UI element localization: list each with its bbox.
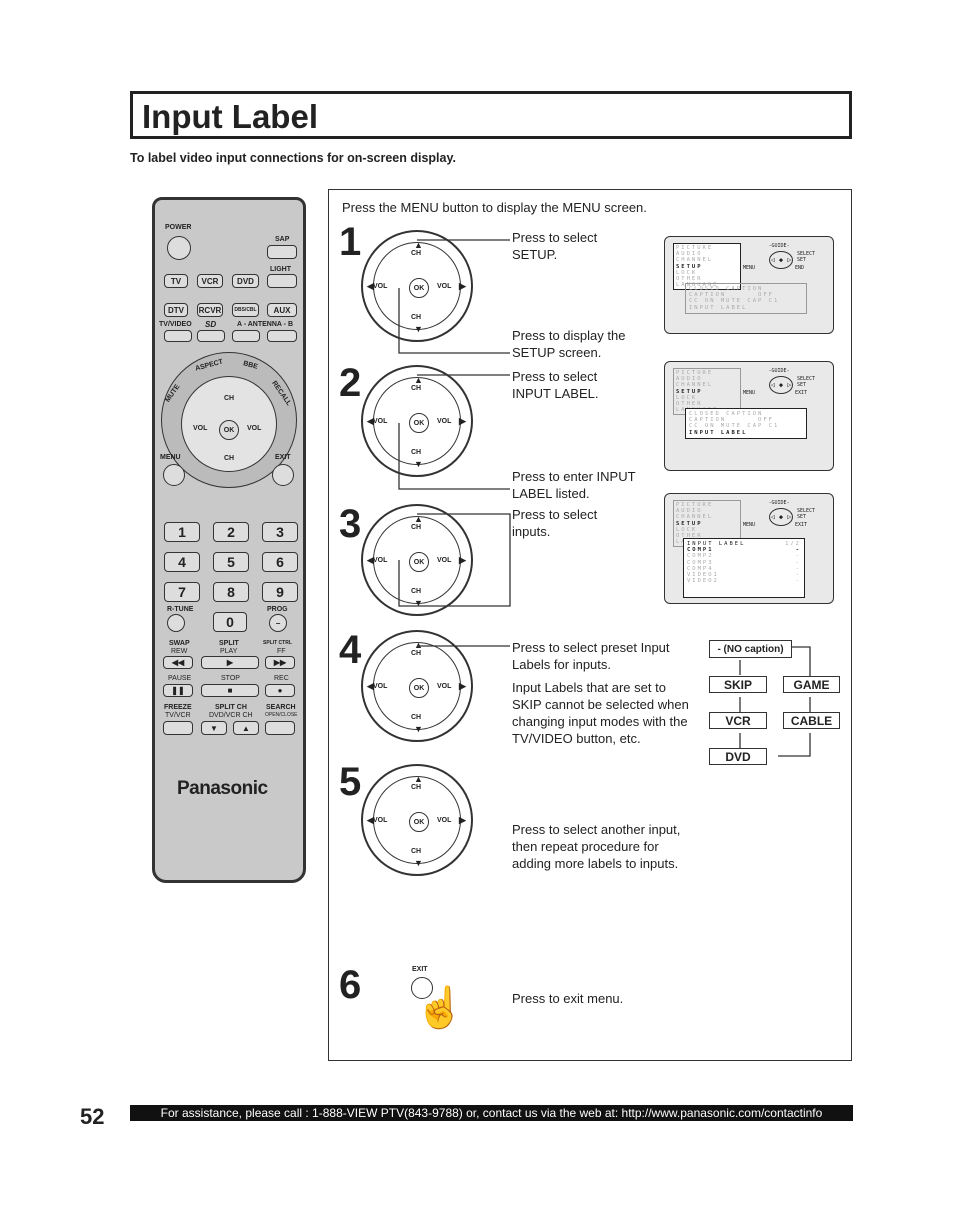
step4-text: Press to select preset Input Labels for … xyxy=(512,640,670,672)
input-value: - xyxy=(795,578,801,585)
flow-game: GAME xyxy=(783,676,840,693)
input-row-video2: VIDEO2 - xyxy=(687,578,801,584)
hand-pointer-icon: ☝ xyxy=(415,986,465,1030)
guide-set: SET xyxy=(797,257,807,263)
flow-vcr: VCR xyxy=(709,712,767,729)
guide-end: END xyxy=(795,265,805,271)
setup-submenu: CLOSED CAPTION CAPTION OFF CC ON MUTE CAP … xyxy=(685,283,807,314)
flow-cable: CABLE xyxy=(783,712,840,729)
step1-select-text: Press to select SETUP. xyxy=(512,230,598,262)
guide-title: -GUIDE- xyxy=(768,500,790,506)
guide-menu: MENU xyxy=(743,522,756,528)
guide-title: -GUIDE- xyxy=(768,368,790,374)
guide-panel: -GUIDE- ◁ ◆ ▷ SELECT SET MENU EXIT xyxy=(743,500,831,528)
guide-dpad-icon: ◁ ◆ ▷ xyxy=(769,508,793,526)
guide-dpad-icon: ◁ ◆ ▷ xyxy=(769,376,793,394)
setup-item: INPUT LABEL xyxy=(689,304,748,311)
step5-text: Press to select another input, then repe… xyxy=(512,822,681,871)
step6-text: Press to exit menu. xyxy=(512,991,624,1006)
step2-select-text: Press to select INPUT LABEL. xyxy=(512,369,599,401)
guide-title: -GUIDE- xyxy=(768,243,790,249)
page-number: 52 xyxy=(80,1104,105,1129)
step4-note: Input Labels that are set to SKIP cannot… xyxy=(512,680,689,746)
footer-bar: For assistance, please call : 1-888-VIEW… xyxy=(130,1105,853,1121)
flow-skip: SKIP xyxy=(709,676,767,693)
step2-enter-text: Press to enter INPUT LABEL listed. xyxy=(512,469,636,501)
guide-exit: EXIT xyxy=(795,522,808,528)
step1-display-text: Press to display the SETUP screen. xyxy=(512,328,626,360)
step3-text: Press to select inputs. xyxy=(512,507,598,539)
exit-button-label: EXIT xyxy=(412,966,428,973)
guide-set: SET xyxy=(797,514,807,520)
menu-screen-2: PICTUREAUDIOCHANNELSETUPLOCKOTHERLANGUAG… xyxy=(664,361,834,471)
flow-no-caption: - (NO caption) xyxy=(709,640,792,658)
flow-dvd: DVD xyxy=(709,748,767,765)
guide-menu: MENU xyxy=(743,265,756,271)
guide-panel: -GUIDE- ◁ ◆ ▷ SELECT SET MENU END xyxy=(743,243,831,271)
setup-submenu: CLOSED CAPTION CAPTION OFF CC ON MUTE CAP … xyxy=(685,408,807,439)
input-name: VIDEO2 xyxy=(687,578,719,585)
input-label-submenu: INPUT LABEL 1/2 COMP1- COMP2- COMP3- COMP4- VI… xyxy=(683,538,805,598)
guide-menu: MENU xyxy=(743,390,756,396)
guide-panel: -GUIDE- ◁ ◆ ▷ SELECT SET MENU EXIT xyxy=(743,368,831,396)
guide-dpad-icon: ◁ ◆ ▷ xyxy=(769,251,793,269)
setup-item: INPUT LABEL xyxy=(689,429,748,436)
menu-screen-1: PICTURE AUDIO CHANNEL SETUP LOCK OTHER LANGUAG… xyxy=(664,236,834,334)
guide-set: SET xyxy=(797,382,807,388)
menu-screen-3: PICTUREAUDIOCHANNELSETUPLOCKOTHERLANGUAG… xyxy=(664,493,834,604)
guide-exit: EXIT xyxy=(795,390,808,396)
